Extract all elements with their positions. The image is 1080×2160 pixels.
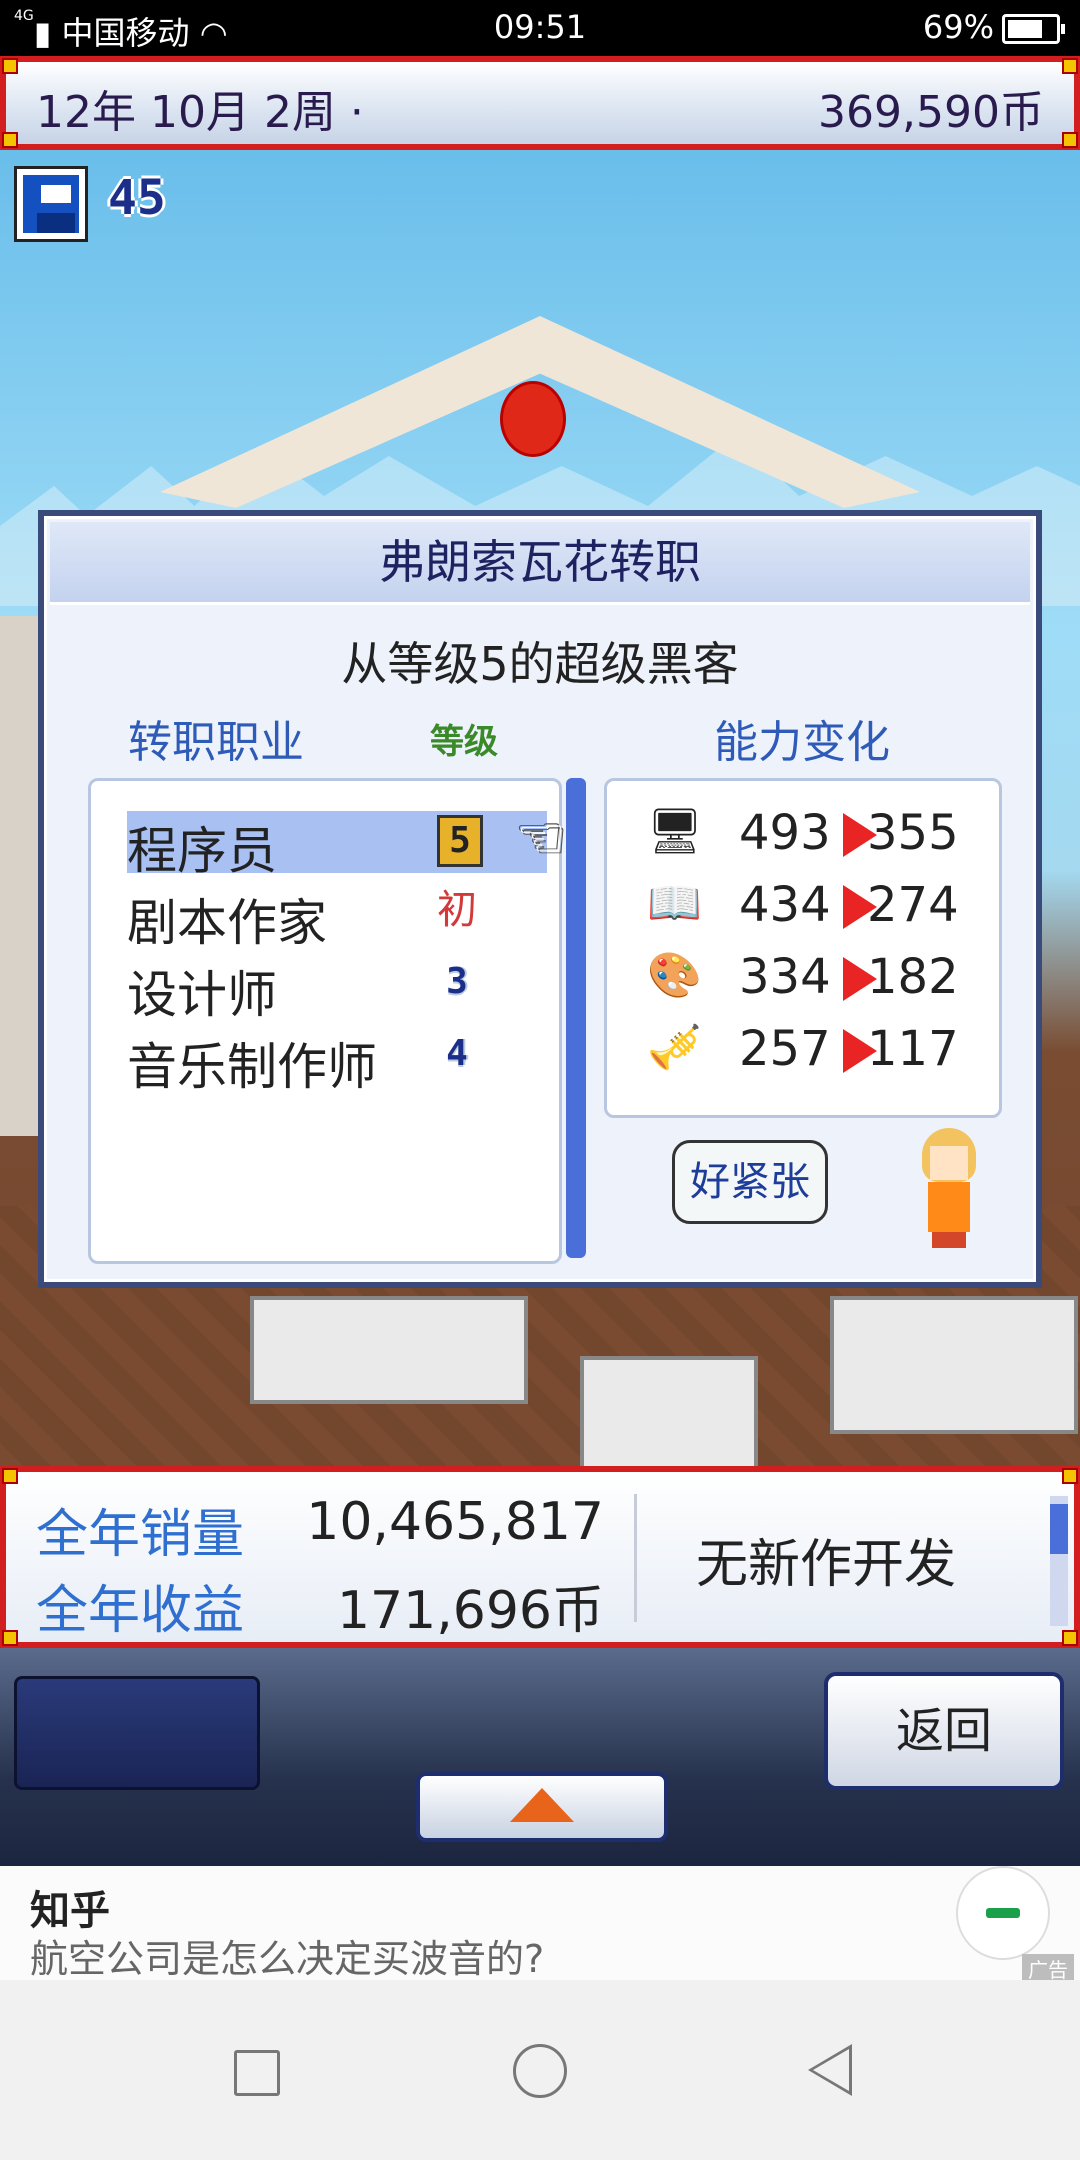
- frame-corner: [1062, 132, 1078, 148]
- frame-corner: [1062, 1630, 1078, 1646]
- desk: [580, 1356, 758, 1474]
- clock: 09:51: [493, 8, 587, 46]
- job-name: 音乐制作师: [127, 1038, 377, 1096]
- stat-before: 334: [739, 949, 831, 1005]
- money-total: 369,590币: [818, 87, 1044, 138]
- up-arrow-icon: [510, 1788, 574, 1822]
- stat-row-sound: 🎺 257 117: [607, 1015, 999, 1085]
- back-icon[interactable]: [808, 2044, 852, 2096]
- job-item-programmer[interactable]: 程序员 5: [127, 811, 547, 880]
- navigation-bar: [0, 1980, 1080, 2160]
- ad-text: 航空公司是怎么决定买波音的?: [30, 1937, 545, 1981]
- job-item-designer[interactable]: 设计师 3: [127, 955, 547, 1024]
- job-level: 3: [446, 961, 468, 1002]
- annual-profit-value: 171,696币: [336, 1581, 604, 1641]
- job-name: 程序员: [127, 822, 277, 880]
- control-panel: 返回: [0, 1648, 1080, 1866]
- battery: 69%: [922, 8, 1065, 46]
- desk: [250, 1296, 528, 1404]
- employee-avatar: [914, 1128, 984, 1248]
- job-level: 4: [446, 1033, 468, 1074]
- annual-summary-bar: 全年销量 10,465,817 全年收益 171,696币 无新作开发: [0, 1466, 1080, 1648]
- dialog-title: 弗朗索瓦花转职: [379, 535, 701, 589]
- ability-change-panel: 🖥 493 355 📖 434 274 🎨 334 182 🎺 257 117: [604, 778, 1002, 1118]
- stat-after: 355: [867, 805, 959, 861]
- annual-profit-label: 全年收益: [36, 1581, 245, 1641]
- palette-icon: 🎨: [647, 950, 702, 1001]
- frame-corner: [2, 1468, 18, 1484]
- home-icon[interactable]: [513, 2044, 567, 2098]
- date-money-bar: 12年 10月 2周 · 369,590币: [0, 56, 1080, 150]
- dialog-subtitle: 从等级5的超级黑客: [341, 637, 739, 691]
- status-bar: 4G▮ 中国移动 ◠ 09:51 69%: [0, 0, 1080, 56]
- expand-up-button[interactable]: [416, 1772, 668, 1842]
- job-item-music-producer[interactable]: 音乐制作师 4: [127, 1027, 547, 1096]
- stat-after: 117: [867, 1021, 959, 1077]
- save-button[interactable]: [14, 166, 88, 242]
- frame-corner: [1062, 58, 1078, 74]
- battery-percent: 69%: [922, 8, 994, 46]
- lantern-icon: [500, 381, 566, 457]
- frame-corner: [2, 1630, 18, 1646]
- ad-tag: 广告: [1022, 1954, 1074, 1983]
- speech-bubble: 好紧张: [672, 1140, 828, 1224]
- stat-before: 257: [739, 1021, 831, 1077]
- stat-row-programming: 🖥 493 355: [607, 799, 999, 869]
- job-name: 剧本作家: [127, 894, 327, 952]
- job-column-header: 转职职业: [128, 717, 304, 768]
- stat-before: 434: [739, 877, 831, 933]
- stat-row-graphics: 🎨 334 182: [607, 943, 999, 1013]
- ad-download-icon[interactable]: [956, 1866, 1050, 1960]
- annual-sales-value: 10,465,817: [306, 1492, 604, 1552]
- annual-sales-label: 全年销量: [36, 1505, 245, 1565]
- job-level: 初: [437, 887, 477, 933]
- job-name: 设计师: [127, 966, 277, 1024]
- job-list-scrollbar[interactable]: [566, 778, 586, 1258]
- job-list: 程序员 5 剧本作家 初 设计师 3 音乐制作师 4: [88, 778, 562, 1264]
- development-status: 无新作开发: [695, 1535, 956, 1595]
- frame-corner: [2, 132, 18, 148]
- computer-icon: 🖥: [647, 806, 703, 857]
- battery-icon: [1002, 14, 1065, 44]
- stat-after: 182: [867, 949, 959, 1005]
- stat-after: 274: [867, 877, 959, 933]
- level-column-header: 等级: [430, 722, 498, 762]
- job-level: 5: [437, 815, 483, 867]
- info-scrollbar[interactable]: [1050, 1496, 1068, 1626]
- desk: [830, 1296, 1078, 1434]
- menu-button[interactable]: [14, 1676, 260, 1790]
- book-icon: 📖: [647, 878, 702, 929]
- ad-banner[interactable]: 知乎 航空公司是怎么决定买波音的? 广告: [0, 1866, 1080, 1983]
- back-button[interactable]: 返回: [824, 1672, 1064, 1790]
- frame-corner: [2, 58, 18, 74]
- trumpet-icon: 🎺: [647, 1022, 702, 1073]
- stat-row-scenario: 📖 434 274: [607, 871, 999, 941]
- recent-apps-icon[interactable]: [234, 2050, 280, 2096]
- pointing-hand-icon: ☜: [516, 806, 567, 871]
- job-item-scriptwriter[interactable]: 剧本作家 初: [127, 883, 547, 952]
- stat-before: 493: [739, 805, 831, 861]
- game-date: 12年 10月 2周 ·: [36, 87, 364, 138]
- divider: [634, 1494, 637, 1622]
- floppy-disk-icon: [23, 175, 79, 233]
- save-counter: 45: [108, 170, 166, 226]
- ability-column-header: 能力变化: [714, 717, 890, 768]
- dialog-title-bar: 弗朗索瓦花转职: [50, 522, 1030, 605]
- job-change-dialog: 弗朗索瓦花转职 从等级5的超级黑客 转职职业 等级 能力变化 程序员 5 剧本作…: [38, 510, 1042, 1288]
- frame-corner: [1062, 1468, 1078, 1484]
